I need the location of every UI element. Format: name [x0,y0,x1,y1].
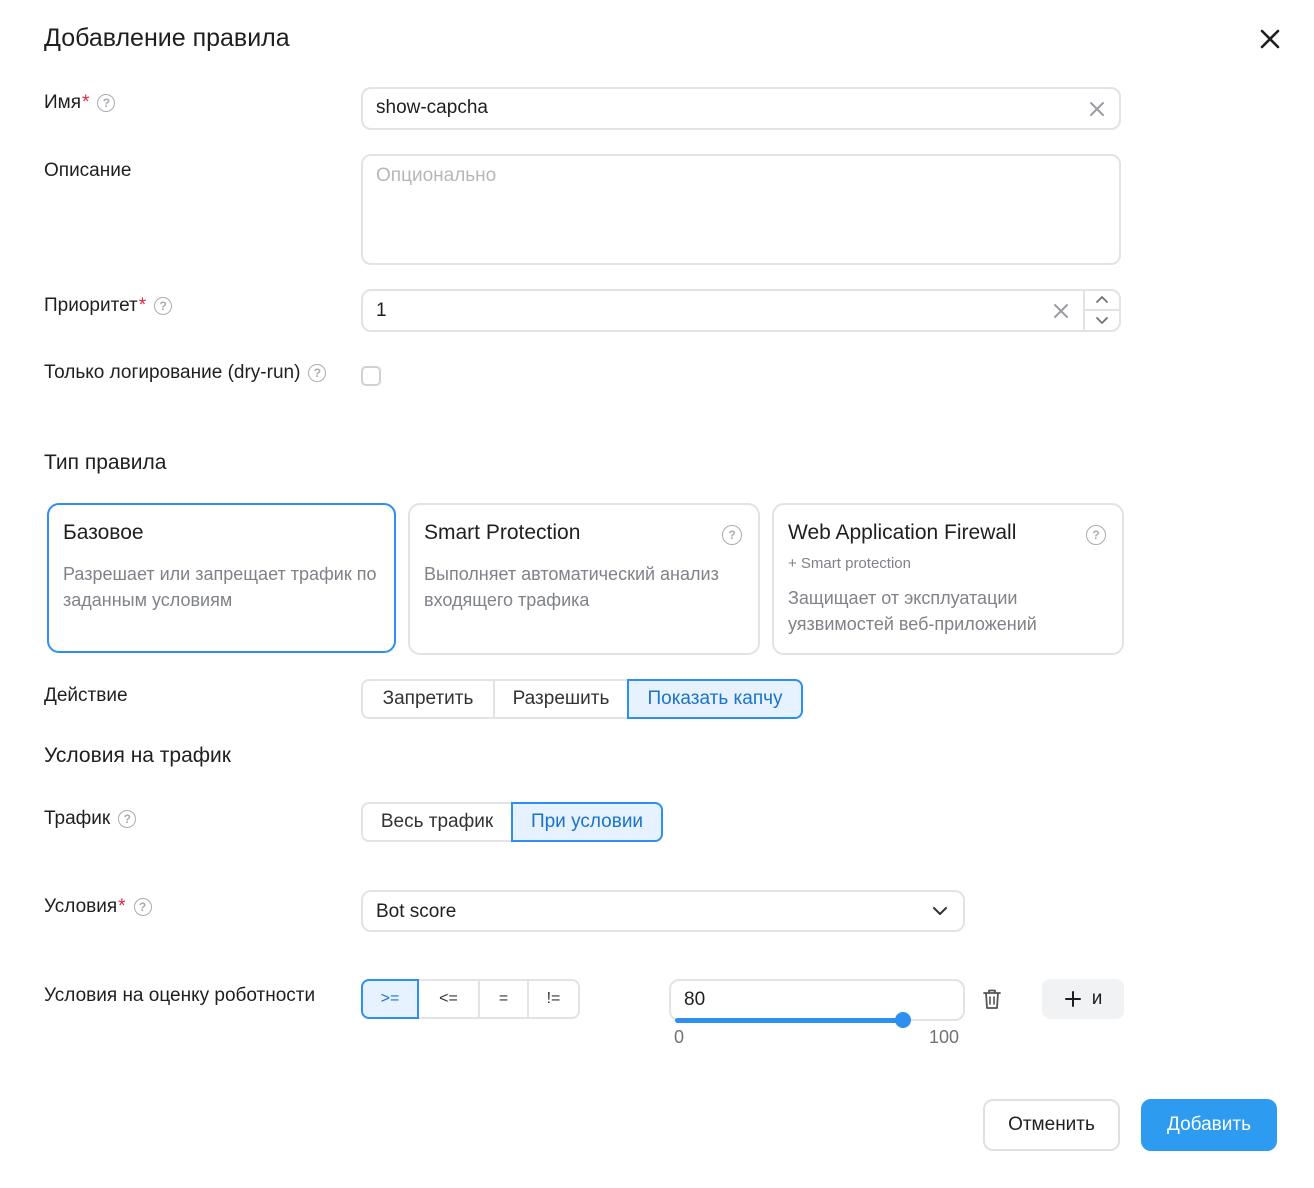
traffic-option-all[interactable]: Весь трафик [361,802,513,842]
help-icon[interactable]: ? [118,810,137,828]
card-description: Выполняет автоматический анализ входящег… [424,564,719,610]
operator-eq[interactable]: = [478,979,529,1019]
operator-gte[interactable]: >= [361,979,419,1019]
priority-label-text: Приоритет [44,295,138,316]
stepper-down-chevron-icon[interactable] [1085,309,1119,329]
close-icon[interactable] [1255,24,1285,54]
name-input[interactable]: show-capcha [361,87,1121,130]
conditions-select-value: Bot score [376,901,457,922]
trash-icon[interactable] [981,987,1003,1011]
clear-icon[interactable] [1087,99,1107,119]
help-icon[interactable]: ? [1086,525,1106,545]
description-label-text: Описание [44,160,132,181]
slider-max-label: 100 [929,1027,960,1047]
dry-run-checkbox[interactable] [361,366,381,386]
traffic-option-conditional[interactable]: При условии [511,802,663,842]
action-label: Действие [44,685,128,707]
rule-type-card-basic[interactable]: Базовое Разрешает или запрещает трафик п… [47,503,396,653]
required-mark: * [138,295,147,316]
required-mark: * [82,92,90,113]
name-label-text: Имя [44,92,82,113]
clear-icon[interactable] [1051,301,1071,321]
bot-score-input-value: 80 [684,989,706,1010]
help-icon[interactable]: ? [154,297,173,315]
action-label-text: Действие [44,685,128,706]
action-option-show-captcha[interactable]: Показать капчу [627,679,803,719]
help-icon[interactable]: ? [97,94,116,112]
traffic-label: Трафик? [44,808,137,830]
dry-run-label: Только логирование (dry-run)? [44,362,327,384]
help-icon[interactable]: ? [722,525,742,545]
plus-icon [1064,990,1082,1008]
traffic-label-text: Трафик [44,808,111,829]
card-subtitle: + Smart protection [788,555,911,572]
cancel-button[interactable]: Отменить [983,1099,1120,1151]
traffic-conditions-heading: Условия на трафик [44,744,231,767]
bot-score-slider-handle[interactable] [895,1012,911,1028]
help-icon[interactable]: ? [308,364,327,382]
description-label: Описание [44,160,131,182]
dry-run-label-text: Только логирование (dry-run) [44,362,301,383]
required-mark: * [118,896,126,917]
rule-type-heading: Тип правила [44,451,167,474]
action-option-deny[interactable]: Запретить [361,679,495,719]
add-and-condition-button[interactable]: и [1042,979,1124,1019]
conditions-select[interactable]: Bot score [361,890,965,932]
name-input-value: show-capcha [376,97,488,118]
action-segmented-control: Запретить Разрешить Показать капчу [361,679,803,719]
traffic-segmented-control: Весь трафик При условии [361,802,663,842]
action-option-allow[interactable]: Разрешить [493,679,629,719]
add-and-label: и [1091,988,1103,1009]
description-placeholder: Опционально [376,165,497,186]
bot-score-slider-track[interactable] [675,1018,903,1023]
dialog-title: Добавление правила [44,24,290,52]
card-title: Web Application Firewall [788,521,1017,544]
priority-input-value: 1 [376,300,387,321]
rule-type-card-waf[interactable]: Web Application Firewall ? + Smart prote… [772,503,1124,655]
stepper-up-chevron-icon[interactable] [1085,291,1119,309]
bot-score-input[interactable]: 80 [669,979,965,1021]
card-title: Базовое [63,521,144,544]
card-description: Разрешает или запрещает трафик по заданн… [63,564,377,610]
operator-lte[interactable]: <= [417,979,480,1019]
bot-score-label-text: Условия на оценку роботности [44,985,316,1006]
priority-stepper[interactable] [1083,291,1119,331]
help-icon[interactable]: ? [133,898,152,916]
rule-type-card-smart-protection[interactable]: Smart Protection ? Выполняет автоматичес… [408,503,760,655]
conditions-label-text: Условия [44,896,118,917]
bot-score-operator-control: >= <= = != [361,979,580,1019]
priority-input[interactable]: 1 [361,289,1121,332]
priority-label: Приоритет *? [44,295,173,317]
chevron-down-icon [931,904,949,918]
conditions-label: Условия *? [44,896,152,918]
operator-neq[interactable]: != [527,979,580,1019]
bot-score-label: Условия на оценку роботности [44,985,315,1007]
card-description: Защищает от эксплуатации уязвимостей веб… [788,588,1037,634]
description-textarea[interactable]: Опционально [361,154,1121,265]
name-label: Имя *? [44,92,116,114]
submit-button[interactable]: Добавить [1141,1099,1277,1151]
card-title: Smart Protection [424,521,581,544]
slider-min-label: 0 [674,1027,685,1047]
